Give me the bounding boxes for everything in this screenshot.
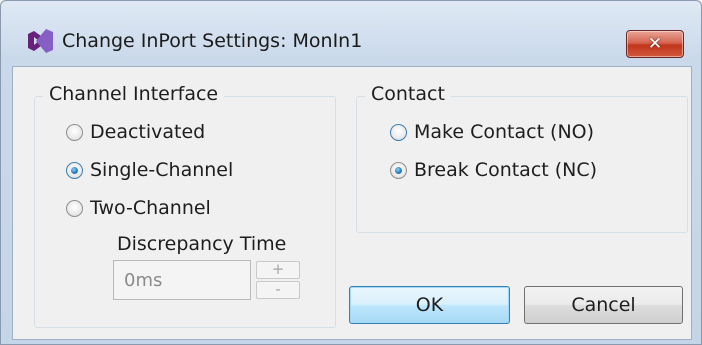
radio-label-make-contact: Make Contact (NO) [414,121,595,143]
close-button[interactable]: ✕ [626,30,684,58]
channel-interface-legend: Channel Interface [43,83,225,105]
visual-studio-icon [28,29,53,53]
radio-label-break-contact: Break Contact (NC) [414,159,598,181]
radio-label-deactivated: Deactivated [90,121,206,143]
contact-legend: Contact [365,83,451,105]
title-bar[interactable]: Change InPort Settings: MonIn1 ✕ [0,0,702,62]
radio-label-two-channel: Two-Channel [90,197,211,219]
spin-down-button[interactable]: - [256,281,300,299]
discrepancy-time-value: 0ms [124,270,163,291]
cancel-button[interactable]: Cancel [524,286,683,324]
radio-break-contact[interactable]: Break Contact (NC) [390,159,597,181]
ok-button-label: OK [415,294,444,316]
radio-make-contact[interactable]: Make Contact (NO) [390,121,594,143]
discrepancy-time-label: Discrepancy Time [117,233,287,255]
radio-button-icon[interactable] [66,199,83,217]
radio-single-channel[interactable]: Single-Channel [66,159,233,181]
radio-button-selected-icon[interactable] [66,161,83,179]
minus-icon: - [275,280,281,298]
radio-label-single-channel: Single-Channel [90,159,234,181]
spin-up-button[interactable]: + [256,261,300,279]
radio-deactivated[interactable]: Deactivated [66,121,205,143]
ok-button[interactable]: OK [349,286,510,324]
window-title: Change InPort Settings: MonIn1 [62,30,363,52]
radio-button-icon[interactable] [66,123,83,141]
radio-two-channel[interactable]: Two-Channel [66,197,211,219]
radio-button-icon[interactable] [390,123,407,141]
close-icon: ✕ [647,34,663,54]
plus-icon: + [271,260,285,278]
radio-button-selected-icon[interactable] [390,161,407,179]
discrepancy-time-input[interactable]: 0ms [113,260,251,300]
cancel-button-label: Cancel [571,294,636,316]
